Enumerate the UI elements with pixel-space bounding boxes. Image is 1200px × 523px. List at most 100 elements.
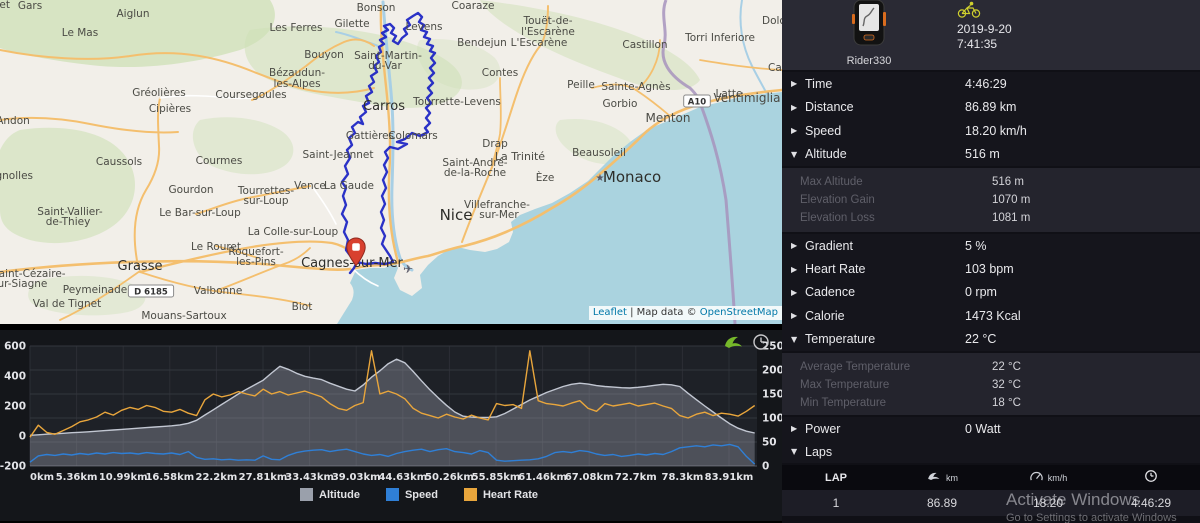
map-label: Les Ferres (269, 22, 322, 34)
ride-meta: 2019-9-20 7:41:35 (957, 1, 1012, 51)
sub-stat-label: Max Temperature (800, 379, 889, 391)
stat-value: 5 % (965, 239, 987, 253)
lap-column-header: km (890, 470, 994, 485)
lap-column-header: LAP (782, 472, 890, 484)
stat-row-cadence[interactable]: ▶Cadence0 rpm (782, 281, 1200, 304)
map-label: Gorbio (603, 98, 638, 110)
stat-row-altitude[interactable]: ▼Altitude516 m (782, 143, 1200, 167)
map-label: Vence (294, 180, 326, 192)
sub-stat-label: Elevation Gain (800, 194, 875, 206)
map-label: Gars (18, 0, 42, 12)
map-label: Levens (406, 21, 443, 33)
map-canvas[interactable]: etGarsAiglunLe MasLes FerresBonsonGilett… (0, 0, 782, 324)
left-tick-label: 0 (19, 431, 26, 443)
ride-header: Rider330 2019-9-20 7:41:35 (782, 0, 1200, 70)
lap-table: LAP km km/h 186.8918.204:46:29 (782, 465, 1200, 516)
map-label: Valbonne (194, 285, 243, 297)
map-label: Escragnolles (0, 170, 33, 182)
sub-stat-value: 1070 m (992, 194, 1030, 206)
map-label: sur-Mer (479, 209, 519, 221)
speed-overlay-icon[interactable] (722, 333, 744, 356)
sub-stat-row: Max Altitude 516 m (782, 173, 1200, 191)
x-tick-label: 16.58km (145, 472, 194, 483)
map-label: Bendejun (457, 37, 507, 49)
map-label: Menton (646, 111, 691, 125)
lap-column-header (1102, 469, 1200, 486)
chevron-right-icon: ▶ (791, 103, 805, 112)
sub-stat-row: Max Temperature32 °C (782, 376, 1200, 394)
stat-label: Distance (805, 100, 854, 114)
device-name: Rider330 (824, 55, 914, 67)
map-label: Camp (768, 62, 782, 74)
x-tick-label: 39.03km (332, 472, 381, 483)
map-label: Nice (440, 206, 473, 224)
osm-link[interactable]: OpenStreetMap (700, 307, 778, 318)
legend-label: Altitude (319, 489, 360, 501)
map-label: Tourrette-Levens (412, 96, 501, 108)
stat-row-power[interactable]: ▶Power0 Watt (782, 417, 1200, 440)
map-label: Grasse (118, 259, 163, 274)
right-tick-label: 50 (762, 437, 777, 449)
sub-stat-label: Elevation Loss (800, 212, 875, 224)
altitude-details: Max Altitude 516 m Elevation Gain 1070 m Ele… (782, 168, 1200, 232)
map-attribution: Leaflet | Map data © OpenStreetMap (589, 306, 782, 320)
x-tick-label: 83.91km (705, 472, 754, 483)
map-label: Monaco (603, 168, 661, 186)
device-block: Rider330 (824, 0, 914, 67)
device-image (847, 0, 891, 48)
stat-label: Heart Rate (805, 262, 865, 276)
temperature-details: Average Temperature 22 °C Max Temperature3… (782, 353, 1200, 415)
time-axis-icon[interactable] (752, 333, 770, 356)
sub-stat-label: Max Altitude (800, 176, 863, 188)
x-tick-label: 78.3km (662, 472, 704, 483)
map-label: les-Pins (236, 256, 276, 268)
sub-stat-label: Min Temperature (800, 397, 886, 409)
right-tick-label: 100 (762, 413, 782, 425)
lap-column-unit: km/h (1048, 473, 1068, 483)
stat-value: 1473 Kcal (965, 309, 1021, 323)
stat-row-distance[interactable]: ▶Distance86.89 km (782, 96, 1200, 120)
map-panel[interactable]: etGarsAiglunLe MasLes FerresBonsonGilett… (0, 0, 782, 324)
sub-stat-value: 516 m (992, 176, 1024, 188)
map-label: sur-Siagne (0, 278, 47, 290)
map-label: Bouyon (304, 49, 344, 61)
lap-row[interactable]: 186.8918.204:46:29 (782, 490, 1200, 516)
x-tick-label: 27.81km (239, 472, 288, 483)
legend-item-heart-rate[interactable]: Heart Rate (464, 488, 538, 501)
stat-label: Altitude (805, 147, 847, 161)
chevron-right-icon: ▶ (791, 311, 805, 320)
map-label: Drap (482, 138, 508, 150)
ride-start-time: 7:41:35 (957, 37, 1012, 51)
lap-column-unit: km (946, 473, 958, 483)
attribution-text: | Map data © (627, 307, 700, 318)
stat-row-time[interactable]: ▶Time4:46:29 (782, 72, 1200, 96)
sub-stat-label: Average Temperature (800, 361, 910, 373)
stat-row-calorie[interactable]: ▶Calorie1473 Kcal (782, 304, 1200, 327)
stat-row-heart-rate[interactable]: ▶Heart Rate103 bpm (782, 257, 1200, 280)
ride-date: 2019-9-20 (957, 22, 1012, 36)
stat-row-temperature[interactable]: ▼Temperature22 °C (782, 328, 1200, 351)
x-tick-label: 33.43km (285, 472, 334, 483)
stat-row-gradient[interactable]: ▶Gradient5 % (782, 234, 1200, 257)
sub-stat-value: 18 °C (992, 397, 1021, 409)
sub-stat-value: 22 °C (992, 361, 1021, 373)
x-tick-label: 67.08km (565, 472, 614, 483)
road-badge-label: A10 (688, 98, 706, 108)
lap-cell: 18.20 (994, 496, 1102, 510)
right-tick-label: 150 (762, 389, 782, 401)
stat-value: 103 bpm (965, 262, 1014, 276)
map-label: L'Escarène (511, 37, 568, 49)
lap-cell: 4:46:29 (1102, 496, 1200, 510)
map-label: La Colle-sur-Loup (248, 226, 339, 238)
map-label: Èze (536, 171, 555, 184)
stat-row-laps[interactable]: ▼Laps (782, 440, 1200, 463)
leaflet-link[interactable]: Leaflet (593, 307, 627, 318)
cycling-icon (957, 1, 981, 18)
stat-row-speed[interactable]: ▶Speed18.20 km/h (782, 119, 1200, 143)
legend-item-speed[interactable]: Speed (386, 488, 438, 501)
chart-panel: 0km5.36km10.99km16.58km22.2km27.81km33.4… (0, 330, 782, 516)
map-label: Peille (567, 79, 595, 91)
legend-item-altitude[interactable]: Altitude (300, 488, 360, 501)
map-label: Dolce (762, 15, 782, 27)
gauge-icon (1029, 470, 1044, 485)
